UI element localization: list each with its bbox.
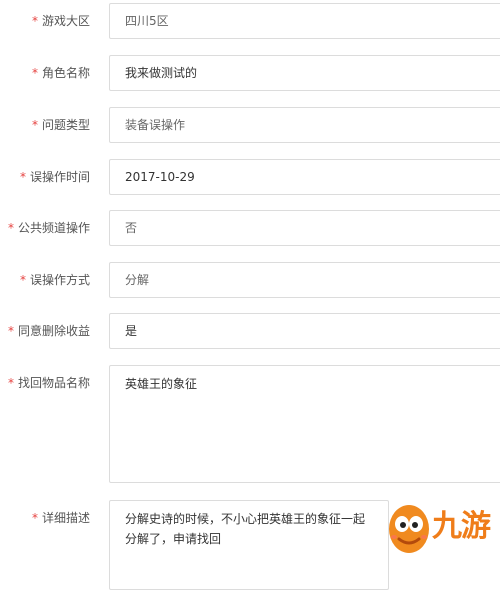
- misoperation-method-field[interactable]: 分解: [109, 262, 500, 298]
- required-mark: *: [31, 14, 38, 28]
- required-mark: *: [7, 324, 14, 338]
- character-name-field[interactable]: 我来做测试的: [109, 55, 500, 91]
- misoperation-time-field[interactable]: 2017-10-29: [109, 159, 500, 195]
- issue-type-label: * 问题类型: [31, 118, 90, 132]
- detailed-description-textarea[interactable]: 分解史诗的时候，不小心把英雄王的象征一起分解了，申请找回: [109, 500, 389, 590]
- agree-delete-earnings-field[interactable]: 是: [109, 313, 500, 349]
- misoperation-method-label: * 误操作方式: [19, 273, 90, 287]
- jiuyou-mascot-icon: [389, 505, 429, 553]
- required-mark: *: [19, 170, 26, 184]
- recover-item-name-label: * 找回物品名称: [7, 376, 90, 390]
- required-mark: *: [31, 66, 38, 80]
- agree-delete-earnings-label: * 同意删除收益: [7, 324, 90, 338]
- game-region-field[interactable]: 四川5区: [109, 3, 500, 39]
- public-channel-field[interactable]: 否: [109, 210, 500, 246]
- misoperation-time-label: * 误操作时间: [19, 170, 90, 184]
- issue-type-field[interactable]: 装备误操作: [109, 107, 500, 143]
- required-mark: *: [31, 511, 38, 525]
- required-mark: *: [7, 221, 14, 235]
- game-region-label: * 游戏大区: [31, 14, 90, 28]
- required-mark: *: [7, 376, 14, 390]
- required-mark: *: [31, 118, 38, 132]
- required-mark: *: [19, 273, 26, 287]
- public-channel-label: * 公共频道操作: [7, 221, 90, 235]
- character-name-label: * 角色名称: [31, 66, 90, 80]
- jiuyou-watermark: 九游: [386, 497, 500, 557]
- recover-item-name-textarea[interactable]: 英雄王的象征: [109, 365, 500, 483]
- detailed-description-label: * 详细描述: [31, 511, 90, 525]
- jiuyou-logo-text: 九游: [432, 509, 491, 544]
